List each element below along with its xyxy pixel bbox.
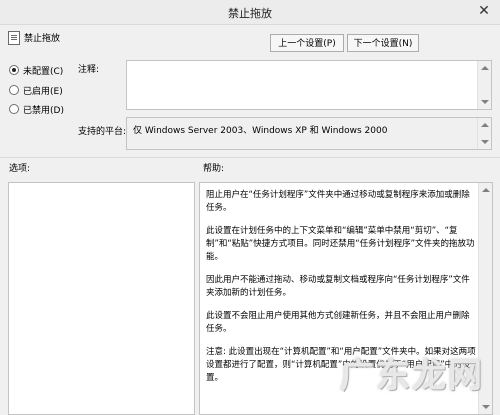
not-configured-label: 未配置(C)	[23, 66, 64, 77]
help-paragraph: 因此用户不能通过拖动、移动或复制文档或程序向“任务计划程序”文件夹添加新的计划任…	[206, 275, 470, 298]
scroll-up-icon[interactable]	[481, 66, 489, 70]
help-paragraph: 阻止用户在“任务计划程序”文件夹中通过移动或复制程序来添加或删除任务。	[206, 190, 470, 213]
disabled-radio-row[interactable]: 已禁用(D)	[9, 102, 64, 116]
scroll-down-icon[interactable]	[481, 100, 489, 104]
scroll-down-icon[interactable]	[481, 140, 489, 144]
help-label: 帮助:	[203, 164, 225, 174]
disabled-label: 已禁用(D)	[23, 105, 64, 116]
enabled-label: 已启用(E)	[23, 86, 63, 97]
platform-scrollbar[interactable]	[477, 118, 491, 149]
disabled-radio[interactable]	[9, 104, 19, 114]
enabled-radio-row[interactable]: 已启用(E)	[9, 83, 63, 97]
help-paragraph: 此设置不会阻止用户使用其他方式创建新任务，并且不会阻止用户删除任务。	[206, 311, 470, 334]
comment-label: 注释:	[78, 65, 100, 75]
platform-value: 仅 Windows Server 2003、Windows XP 和 Windo…	[133, 126, 388, 136]
scroll-up-icon[interactable]	[482, 188, 490, 192]
not-configured-radio[interactable]	[9, 65, 19, 75]
window-title: 禁止拖放	[228, 7, 272, 20]
scroll-down-icon[interactable]	[482, 405, 490, 409]
not-configured-radio-row[interactable]: 未配置(C)	[9, 63, 63, 77]
help-paragraph: 此设置在计划任务中的上下文菜单和“编辑”菜单中禁用“剪切”、“复制”和“粘贴”快…	[206, 226, 475, 262]
previous-setting-button[interactable]: 上一个设置(P)	[270, 34, 344, 52]
section-divider	[0, 157, 500, 158]
watermark-logo: 广东龙网	[340, 356, 484, 396]
platform-field: 仅 Windows Server 2003、Windows XP 和 Windo…	[126, 117, 492, 150]
policy-document-icon	[8, 31, 20, 45]
next-setting-button[interactable]: 下一个设置(N)	[347, 34, 419, 52]
enabled-radio[interactable]	[9, 85, 19, 95]
close-icon[interactable]: ✕	[476, 3, 492, 19]
options-pane	[8, 182, 195, 415]
options-label: 选项:	[9, 164, 31, 174]
comment-field[interactable]	[126, 60, 492, 110]
title-bar: 禁止拖放 ✕	[0, 0, 500, 25]
policy-name: 禁止拖放	[24, 34, 61, 44]
platform-label: 支持的平台:	[78, 127, 127, 137]
comment-scrollbar[interactable]	[477, 61, 491, 109]
scroll-up-icon[interactable]	[481, 123, 489, 127]
